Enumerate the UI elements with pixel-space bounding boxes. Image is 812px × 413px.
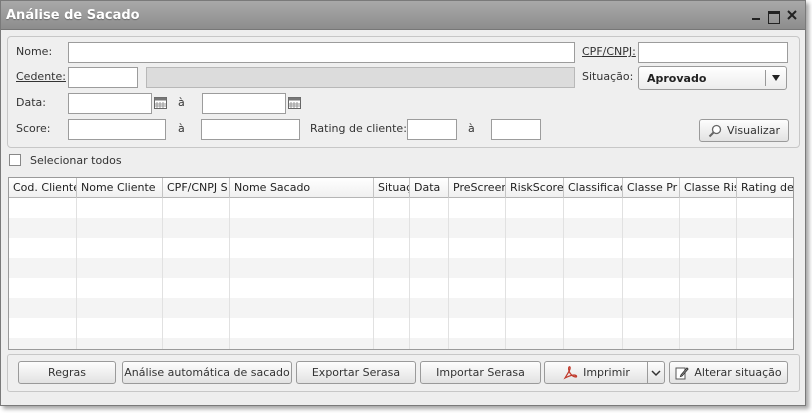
imprimir-button[interactable]: Imprimir [544, 361, 648, 384]
column-divider [448, 198, 449, 349]
table-row[interactable] [9, 338, 793, 349]
nome-input[interactable] [68, 42, 575, 63]
table-row[interactable] [9, 298, 793, 318]
situacao-label: Situação: [582, 70, 634, 83]
maximize-icon[interactable] [767, 9, 781, 24]
regras-label: Regras [48, 366, 86, 379]
data-to-input[interactable] [202, 93, 286, 114]
column-header[interactable]: Cod. Cliente [9, 178, 77, 198]
rating-to-input[interactable] [491, 119, 541, 140]
score-range-separator: à [178, 122, 185, 135]
imprimir-label: Imprimir [583, 366, 630, 379]
calendar-icon[interactable] [288, 97, 301, 109]
exportar-serasa-button[interactable]: Exportar Serasa [296, 361, 416, 384]
title-bar[interactable]: Análise de Sacado [1, 1, 805, 30]
analise-automatica-button[interactable]: Análise automática de sacado [122, 361, 292, 384]
column-divider [373, 198, 374, 349]
rating-label: Rating de cliente: [310, 122, 407, 135]
cpf-cnpj-link[interactable]: CPF/CNPJ: [582, 45, 636, 58]
calendar-icon[interactable] [154, 97, 167, 109]
score-to-input[interactable] [201, 119, 300, 140]
table-row[interactable] [9, 238, 793, 258]
column-divider [162, 198, 163, 349]
select-all-label: Selecionar todos [30, 154, 122, 167]
cpf-cnpj-input[interactable] [638, 42, 788, 63]
window-title: Análise de Sacado [6, 8, 140, 23]
visualizar-label: Visualizar [727, 124, 780, 137]
cedente-name-field [146, 67, 575, 88]
alterar-situacao-label: Alterar situação [694, 366, 782, 379]
column-header[interactable]: RiskScore [506, 178, 564, 198]
column-header[interactable]: Data [410, 178, 449, 198]
table-row[interactable] [9, 218, 793, 238]
cedente-link[interactable]: Cedente: [16, 70, 66, 83]
column-divider [563, 198, 564, 349]
column-divider [409, 198, 410, 349]
table-row[interactable] [9, 318, 793, 338]
column-header[interactable]: Situação [374, 178, 410, 198]
alterar-situacao-button[interactable]: Alterar situação [669, 361, 788, 384]
data-from-input[interactable] [68, 93, 152, 114]
minimize-icon[interactable] [750, 9, 764, 23]
data-range-separator: à [178, 96, 185, 109]
table-row[interactable] [9, 258, 793, 278]
cedente-code-input[interactable] [68, 67, 138, 88]
filter-panel: Nome: CPF/CNPJ: Cedente: Situação: Data:… [7, 36, 800, 148]
edit-icon [675, 366, 690, 379]
imprimir-dropdown-button[interactable] [647, 361, 665, 384]
dropdown-arrow-icon [772, 75, 780, 81]
pdf-icon [563, 365, 578, 379]
select-all-checkbox[interactable] [9, 154, 21, 166]
situacao-selected-value: Aprovado [647, 72, 707, 85]
column-divider [622, 198, 623, 349]
column-header[interactable]: Nome Sacado [230, 178, 374, 198]
table-row[interactable] [9, 198, 793, 218]
column-header[interactable]: CPF/CNPJ S [163, 178, 230, 198]
data-label: Data: [16, 96, 46, 109]
chevron-down-icon [651, 369, 661, 376]
grid-body [9, 198, 793, 349]
column-divider [679, 198, 680, 349]
visualizar-button[interactable]: Visualizar [699, 119, 789, 142]
column-divider [229, 198, 230, 349]
column-header[interactable]: Classificação [564, 178, 623, 198]
column-header[interactable]: Nome Cliente [77, 178, 163, 198]
column-header[interactable]: Classe Pr [623, 178, 680, 198]
magnifier-icon [708, 124, 722, 137]
analise-sacado-window: Análise de Sacado Nome: CPF/CNPJ: Cedent… [0, 0, 806, 406]
column-divider [76, 198, 77, 349]
grid-header: Cod. Cliente Nome Cliente CPF/CNPJ S Nom… [9, 178, 793, 198]
sacado-grid[interactable]: Cod. Cliente Nome Cliente CPF/CNPJ S Nom… [8, 177, 794, 350]
column-divider [736, 198, 737, 349]
situacao-select[interactable]: Aprovado [638, 66, 787, 90]
table-row[interactable] [9, 278, 793, 298]
score-from-input[interactable] [68, 119, 166, 140]
column-header[interactable]: PreScreen [449, 178, 506, 198]
nome-label: Nome: [16, 45, 53, 58]
analise-automatica-label: Análise automática de sacado [124, 366, 290, 379]
rating-from-input[interactable] [407, 119, 457, 140]
close-icon[interactable] [786, 9, 800, 23]
score-label: Score: [16, 122, 51, 135]
action-bar: Regras Análise automática de sacado Expo… [7, 354, 800, 392]
exportar-serasa-label: Exportar Serasa [311, 366, 401, 379]
column-divider [505, 198, 506, 349]
select-divider [765, 70, 766, 86]
column-header[interactable]: Rating de [737, 178, 793, 198]
column-header[interactable]: Classe Ris [680, 178, 737, 198]
importar-serasa-button[interactable]: Importar Serasa [420, 361, 541, 384]
rating-range-separator: à [468, 122, 475, 135]
regras-button[interactable]: Regras [18, 361, 116, 384]
importar-serasa-label: Importar Serasa [436, 366, 525, 379]
